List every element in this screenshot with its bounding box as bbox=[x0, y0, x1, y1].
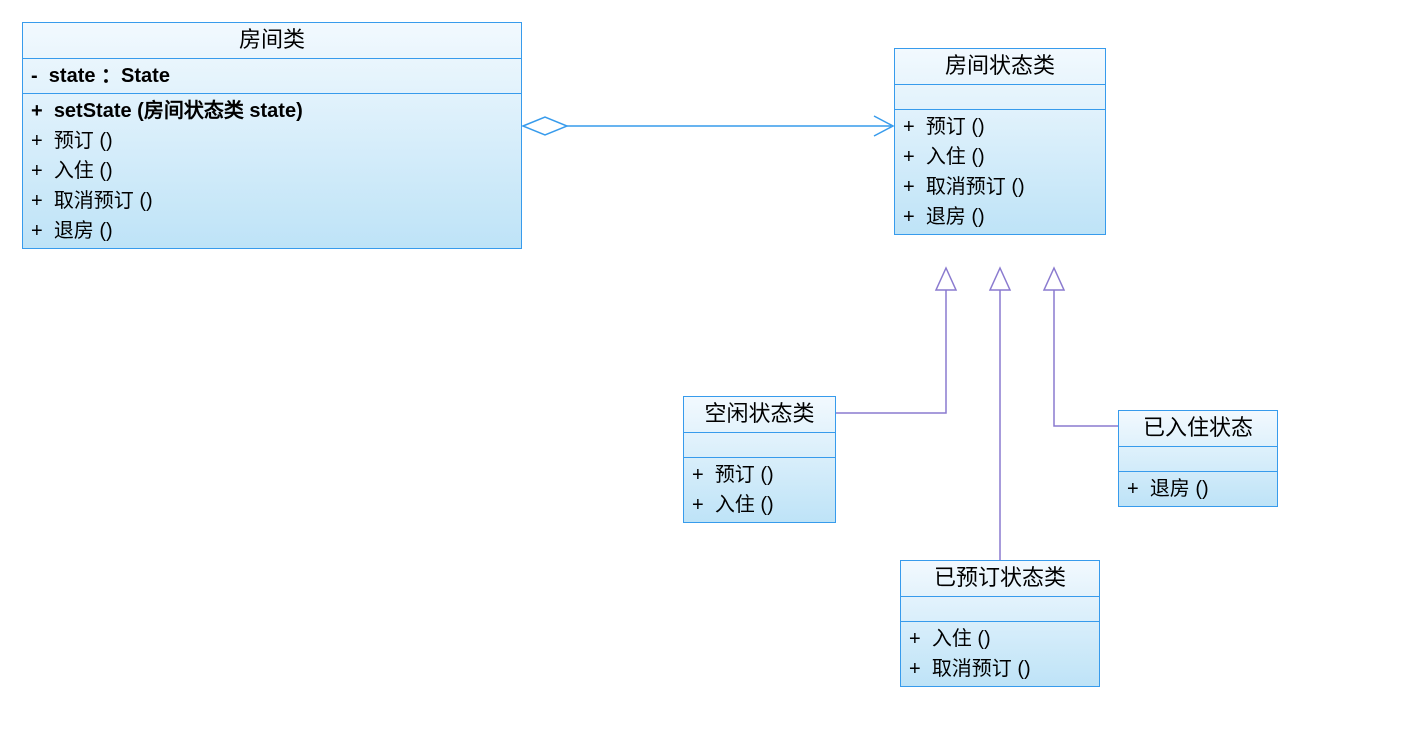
gen-line-idle bbox=[836, 290, 946, 413]
class-idle[interactable]: 空闲状态类 + 预订 () + 入住 () bbox=[683, 396, 836, 523]
class-room-operations: + setState (房间状态类 state) + 预订 () + 入住 ()… bbox=[23, 94, 521, 248]
gen-line-occupied bbox=[1054, 290, 1118, 426]
class-booked-title: 已预订状态类 bbox=[901, 561, 1099, 597]
class-booked-operations: + 入住 () + 取消预订 () bbox=[901, 622, 1099, 686]
class-idle-attributes bbox=[684, 433, 835, 458]
gen-arrowhead-occupied bbox=[1044, 268, 1064, 290]
aggregation-room-to-state bbox=[523, 116, 893, 136]
class-state-title: 房间状态类 bbox=[895, 49, 1105, 85]
class-room-title: 房间类 bbox=[23, 23, 521, 59]
class-occupied-attributes bbox=[1119, 447, 1277, 472]
class-state[interactable]: 房间状态类 + 预订 () + 入住 () + 取消预订 () + 退房 () bbox=[894, 48, 1106, 235]
class-state-operations: + 预订 () + 入住 () + 取消预订 () + 退房 () bbox=[895, 110, 1105, 234]
class-idle-operations: + 预订 () + 入住 () bbox=[684, 458, 835, 522]
class-booked[interactable]: 已预订状态类 + 入住 () + 取消预订 () bbox=[900, 560, 1100, 687]
class-occupied[interactable]: 已入住状态 + 退房 () bbox=[1118, 410, 1278, 507]
class-room[interactable]: 房间类 - state ：State + setState (房间状态类 sta… bbox=[22, 22, 522, 249]
class-booked-attributes bbox=[901, 597, 1099, 622]
class-occupied-title: 已入住状态 bbox=[1119, 411, 1277, 447]
class-occupied-operations: + 退房 () bbox=[1119, 472, 1277, 506]
gen-arrowhead-booked bbox=[990, 268, 1010, 290]
gen-arrowhead-idle bbox=[936, 268, 956, 290]
class-room-attributes: - state ：State bbox=[23, 59, 521, 94]
class-idle-title: 空闲状态类 bbox=[684, 397, 835, 433]
class-state-attributes bbox=[895, 85, 1105, 110]
